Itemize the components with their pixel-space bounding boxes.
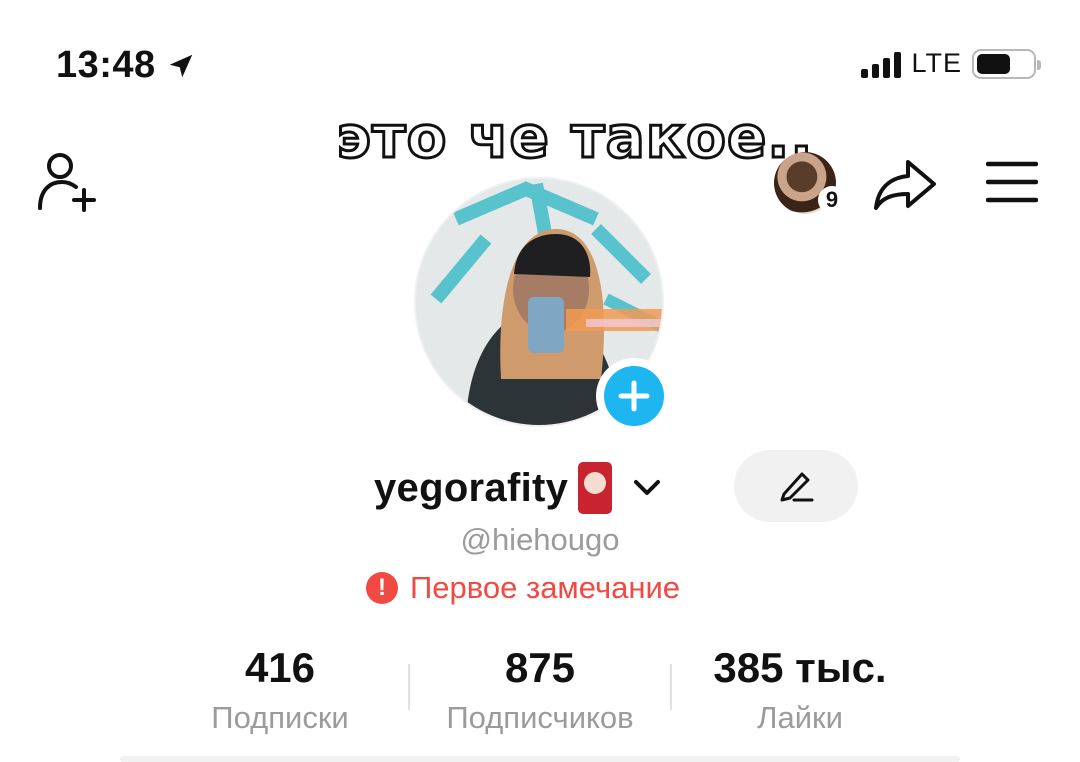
stat-divider	[408, 664, 410, 710]
plus-icon	[618, 380, 650, 412]
account-warning[interactable]: ! Первое замечание	[366, 570, 680, 606]
profile-stats: 416 Подписки 875 Подписчиков 385 тыс. Ла…	[0, 644, 1080, 744]
stat-label: Лайки	[757, 700, 843, 735]
status-bar-right: LTE	[861, 48, 1041, 79]
status-bar-time: 13:48	[56, 44, 196, 87]
profile-screen: 13:48 LTE это че такое.. 9 yegorafity @h…	[0, 0, 1080, 762]
add-photo-button[interactable]	[596, 358, 672, 434]
user-handle: @hiehougo	[460, 522, 620, 557]
signal-icon	[861, 50, 902, 78]
stat-label: Подписки	[211, 700, 349, 735]
pencil-icon	[780, 472, 814, 502]
battery-icon	[972, 48, 1041, 79]
network-label: LTE	[911, 48, 962, 78]
stat-value: 875	[504, 644, 576, 691]
warning-text: Первое замечание	[410, 570, 681, 605]
time-label: 13:48	[56, 44, 156, 86]
username-row[interactable]: yegorafity	[374, 462, 664, 514]
add-friend-icon[interactable]	[36, 152, 102, 212]
stat-divider	[670, 664, 672, 710]
menu-icon[interactable]	[986, 160, 1038, 204]
button-row-edge	[120, 756, 960, 762]
stat-value: 416	[244, 644, 316, 691]
stat-followers[interactable]: 875 Подписчиков	[420, 644, 660, 736]
stat-value: 385 тыс.	[713, 644, 887, 691]
username: yegorafity	[374, 465, 569, 510]
location-arrow-icon	[169, 54, 192, 77]
stat-label: Подписчиков	[446, 700, 634, 735]
stat-likes[interactable]: 385 тыс. Лайки	[690, 644, 910, 736]
story-count-badge: 9	[818, 186, 846, 214]
card-emoji-icon	[578, 462, 613, 514]
share-icon[interactable]	[872, 156, 938, 212]
exclamation-icon: !	[366, 572, 398, 604]
edit-profile-button[interactable]	[734, 450, 858, 522]
chevron-down-icon[interactable]	[630, 476, 664, 500]
stat-following[interactable]: 416 Подписки	[180, 644, 380, 736]
